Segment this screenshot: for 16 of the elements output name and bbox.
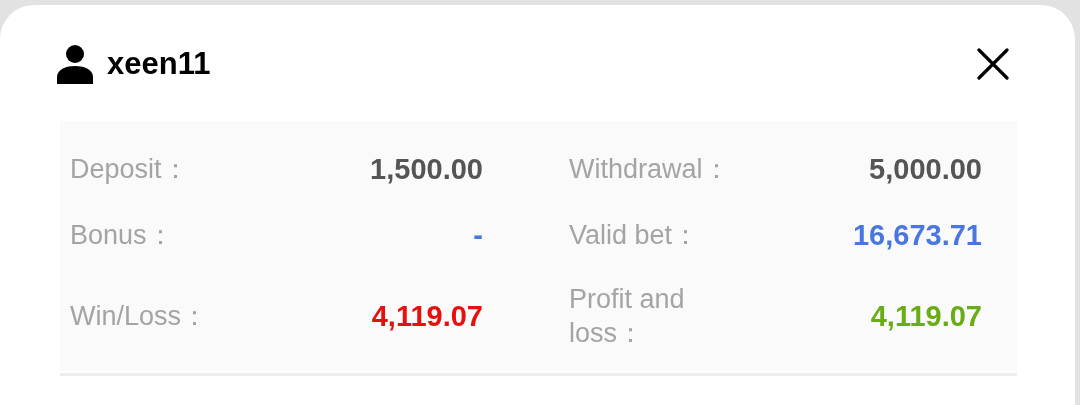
stat-value: 5,000.00 bbox=[869, 152, 982, 186]
stat-label: Profit and loss： bbox=[569, 283, 686, 350]
stat-label: Deposit： bbox=[70, 153, 190, 186]
close-icon bbox=[977, 48, 1009, 80]
stat-value: 4,119.07 bbox=[870, 299, 982, 333]
user-icon bbox=[57, 44, 93, 84]
stat-value: 16,673.71 bbox=[853, 218, 982, 252]
stat-label: Bonus： bbox=[70, 219, 175, 252]
stat-value: - bbox=[473, 218, 483, 252]
stat-value: 4,119.07 bbox=[371, 299, 483, 333]
stat-label: Valid bet： bbox=[569, 219, 701, 252]
username: xeen11 bbox=[107, 46, 211, 82]
stat-label: Withdrawal： bbox=[569, 153, 729, 186]
stat-label: Win/Loss： bbox=[70, 300, 210, 333]
stat-value: 1,500.00 bbox=[370, 152, 483, 186]
close-button[interactable] bbox=[977, 48, 1009, 80]
